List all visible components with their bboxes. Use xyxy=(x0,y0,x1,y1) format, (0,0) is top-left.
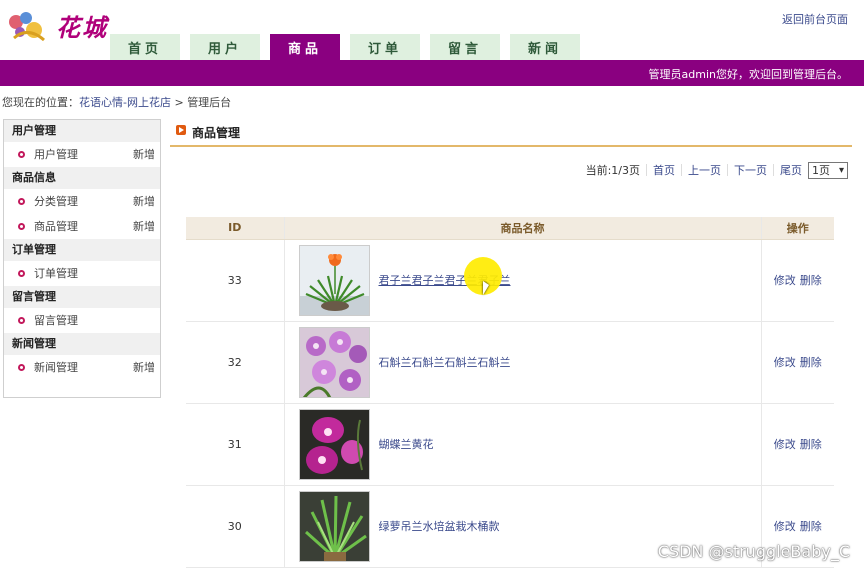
column-header-id: ID xyxy=(186,217,285,240)
sidebar-group-news: 新闻管理 xyxy=(4,333,160,355)
flower-logo-icon xyxy=(9,12,45,42)
bullet-icon xyxy=(18,317,25,324)
sidebar-group-messages: 留言管理 xyxy=(4,286,160,308)
table-row: 33 君子兰君子兰君子兰君子兰 修改 删除 xyxy=(186,239,834,322)
spider-plant-thumbnail[interactable] xyxy=(298,490,370,562)
admin-sidebar: 用户管理 用户管理 新增 商品信息 分类管理 新增 商品管理 新增 订单管理 订… xyxy=(3,119,161,398)
table-row: 31 蝴蝶兰黄花 修改 删除 xyxy=(186,403,834,486)
breadcrumb: 您现在的位置：花语心情-网上花店 > 管理后台 xyxy=(2,94,231,110)
nav-tab-messages[interactable]: 留言 xyxy=(430,34,500,60)
phalaenopsis-thumbnail[interactable] xyxy=(298,408,370,480)
sidebar-group-goods: 商品信息 xyxy=(4,167,160,189)
bullet-icon xyxy=(18,364,25,371)
prev-page-link[interactable]: 上一页 xyxy=(688,162,721,178)
table-header-row: ID 商品名称 操作 xyxy=(186,217,834,240)
sidebar-item-news-manage[interactable]: 新闻管理 新增 xyxy=(4,355,160,380)
site-logo: 花城 xyxy=(4,6,114,46)
sidebar-item-label: 订单管理 xyxy=(34,267,78,280)
sidebar-item-label: 商品管理 xyxy=(34,220,78,233)
first-page-link[interactable]: 首页 xyxy=(653,162,675,178)
page-title: 商品管理 xyxy=(192,126,241,140)
breadcrumb-current: 管理后台 xyxy=(187,96,232,109)
sidebar-item-goods-manage[interactable]: 商品管理 新增 xyxy=(4,214,160,239)
nav-tab-home[interactable]: 首页 xyxy=(110,34,180,60)
sidebar-item-label: 留言管理 xyxy=(34,314,78,327)
dendrobium-thumbnail[interactable] xyxy=(298,326,370,398)
sidebar-item-label: 用户管理 xyxy=(34,148,78,161)
page-select[interactable]: 1页 xyxy=(808,161,848,179)
watermark: CSDN @struggleBaby_C xyxy=(657,542,850,561)
column-header-name: 商品名称 xyxy=(284,217,762,240)
sidebar-item-label: 分类管理 xyxy=(34,195,78,208)
delete-link[interactable]: 删除 xyxy=(800,356,822,369)
sidebar-item-order-manage[interactable]: 订单管理 xyxy=(4,261,160,286)
clivia-thumbnail[interactable] xyxy=(298,244,370,316)
welcome-banner: 管理员admin您好，欢迎回到管理后台。 xyxy=(0,60,864,86)
edit-link[interactable]: 修改 xyxy=(774,438,796,451)
clivia-image xyxy=(299,245,369,315)
pagination: 当前:1/3页 首页 上一页 下一页 尾页 1页 xyxy=(586,161,848,179)
next-page-link[interactable]: 下一页 xyxy=(734,162,767,178)
last-page-link[interactable]: 尾页 xyxy=(780,162,802,178)
delete-link[interactable]: 删除 xyxy=(800,274,822,287)
divider xyxy=(773,164,774,176)
sidebar-add-news-link[interactable]: 新增 xyxy=(133,355,155,380)
sidebar-item-category-manage[interactable]: 分类管理 新增 xyxy=(4,189,160,214)
delete-link[interactable]: 删除 xyxy=(800,438,822,451)
spider-plant-image xyxy=(299,491,369,561)
page-indicator: 当前:1/3页 xyxy=(585,164,640,177)
play-arrow-icon xyxy=(176,125,186,135)
goods-name-link[interactable]: 绿萝吊兰水培盆栽木桶款 xyxy=(379,518,500,534)
sidebar-add-user-link[interactable]: 新增 xyxy=(133,142,155,167)
breadcrumb-prefix: 您现在的位置： xyxy=(2,96,79,109)
goods-name-link[interactable]: 石斛兰石斛兰石斛兰石斛兰 xyxy=(379,354,511,370)
section-header: 商品管理 xyxy=(170,119,852,147)
breadcrumb-separator: > xyxy=(170,96,188,109)
nav-tab-users[interactable]: 用户 xyxy=(190,34,260,60)
goods-name-link[interactable]: 蝴蝶兰黄花 xyxy=(379,436,434,452)
back-to-frontend-link[interactable]: 返回前台页面 xyxy=(782,11,848,27)
edit-link[interactable]: 修改 xyxy=(774,520,796,533)
edit-link[interactable]: 修改 xyxy=(774,356,796,369)
nav-tab-goods[interactable]: 商品 xyxy=(270,34,340,60)
goods-id: 33 xyxy=(186,239,285,322)
column-header-op: 操作 xyxy=(761,217,834,240)
divider xyxy=(681,164,682,176)
bullet-icon xyxy=(18,151,25,158)
mouse-cursor-icon xyxy=(483,281,489,295)
sidebar-item-message-manage[interactable]: 留言管理 xyxy=(4,308,160,333)
phalaenopsis-image xyxy=(299,409,369,479)
dendrobium-image xyxy=(299,327,369,397)
divider xyxy=(646,164,647,176)
goods-id: 32 xyxy=(186,321,285,404)
sidebar-item-label: 新闻管理 xyxy=(34,361,78,374)
edit-link[interactable]: 修改 xyxy=(774,274,796,287)
sidebar-group-users: 用户管理 xyxy=(4,120,160,142)
delete-link[interactable]: 删除 xyxy=(800,520,822,533)
sidebar-add-goods-link[interactable]: 新增 xyxy=(133,214,155,239)
welcome-text: 管理员admin您好，欢迎回到管理后台。 xyxy=(648,68,848,81)
divider xyxy=(727,164,728,176)
nav-tab-news[interactable]: 新闻 xyxy=(510,34,580,60)
bullet-icon xyxy=(18,223,25,230)
bullet-icon xyxy=(18,270,25,277)
table-row: 32 石斛兰石斛兰石斛兰石斛兰 修改 删除 xyxy=(186,321,834,404)
logo-text: 花城 xyxy=(56,13,108,42)
goods-id: 30 xyxy=(186,485,285,568)
bullet-icon xyxy=(18,198,25,205)
goods-id: 31 xyxy=(186,403,285,486)
goods-table: ID 商品名称 操作 33 君子兰君子兰君子兰君子兰 修改 删除 32 石斛兰石… xyxy=(186,217,834,568)
nav-tab-orders[interactable]: 订单 xyxy=(350,34,420,60)
breadcrumb-site-link[interactable]: 花语心情-网上花店 xyxy=(79,96,171,109)
main-nav: 首页 用户 商品 订单 留言 新闻 xyxy=(110,34,580,60)
sidebar-group-orders: 订单管理 xyxy=(4,239,160,261)
sidebar-add-category-link[interactable]: 新增 xyxy=(133,189,155,214)
sidebar-item-user-manage[interactable]: 用户管理 新增 xyxy=(4,142,160,167)
